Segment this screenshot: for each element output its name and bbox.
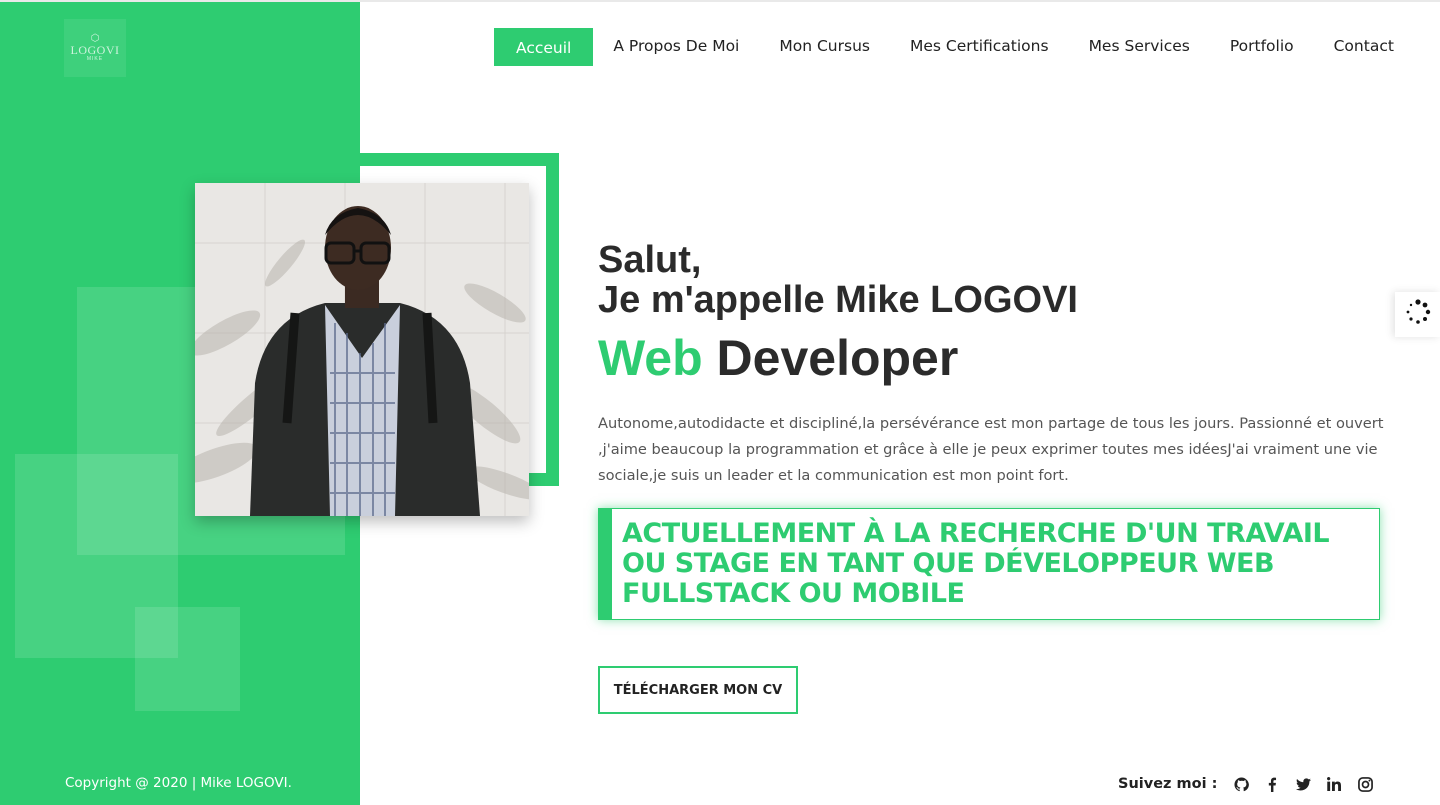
nav-item-acceuil[interactable]: Acceuil — [494, 28, 594, 66]
logo-name: LOGOVI — [70, 43, 120, 57]
download-cv-button[interactable]: TÉLÉCHARGER MON CV — [598, 666, 798, 714]
nav-item-about[interactable]: A Propos De Moi — [593, 28, 759, 66]
job-search-banner: ACTUELLEMENT À LA RECHERCHE D'UN TRAVAIL… — [598, 508, 1380, 620]
github-icon[interactable] — [1233, 776, 1249, 792]
greeting-line-2: Je m'appelle Mike LOGOVI — [598, 279, 1078, 321]
job-search-banner-text: ACTUELLEMENT À LA RECHERCHE D'UN TRAVAIL… — [622, 518, 1330, 609]
greeting-line-1: Salut, — [598, 239, 702, 281]
job-title-accent: Web — [598, 330, 703, 386]
site-logo[interactable]: ⬡ LOGOVI MIKE — [64, 19, 126, 77]
nav-item-contact[interactable]: Contact — [1314, 28, 1414, 66]
main-nav: Acceuil A Propos De Moi Mon Cursus Mes C… — [494, 28, 1414, 66]
greeting: Salut, Je m'appelle Mike LOGOVI — [598, 240, 1078, 320]
logo-subtitle: MIKE — [86, 56, 104, 62]
social-label: Suivez moi : — [1118, 776, 1218, 792]
facebook-icon[interactable] — [1264, 776, 1280, 792]
nav-item-portfolio[interactable]: Portfolio — [1210, 28, 1314, 66]
twitter-icon[interactable] — [1295, 776, 1311, 792]
profile-photo — [195, 183, 529, 516]
decorative-square — [135, 607, 240, 711]
nav-item-cursus[interactable]: Mon Cursus — [759, 28, 890, 66]
loading-spinner-widget[interactable] — [1395, 292, 1440, 337]
copyright-text: Copyright @ 2020 | Mike LOGOVI. — [65, 775, 292, 791]
loading-spinner-icon — [1405, 299, 1431, 330]
job-title-rest: Developer — [716, 330, 959, 386]
bio-paragraph: Autonome,autodidacte et discipliné,la pe… — [598, 415, 1384, 484]
nav-item-services[interactable]: Mes Services — [1069, 28, 1210, 66]
social-links: Suivez moi : — [1118, 773, 1388, 795]
linkedin-icon[interactable] — [1326, 776, 1342, 792]
instagram-icon[interactable] — [1357, 776, 1373, 792]
job-title: Web Developer — [598, 330, 958, 386]
nav-item-certifications[interactable]: Mes Certifications — [890, 28, 1069, 66]
